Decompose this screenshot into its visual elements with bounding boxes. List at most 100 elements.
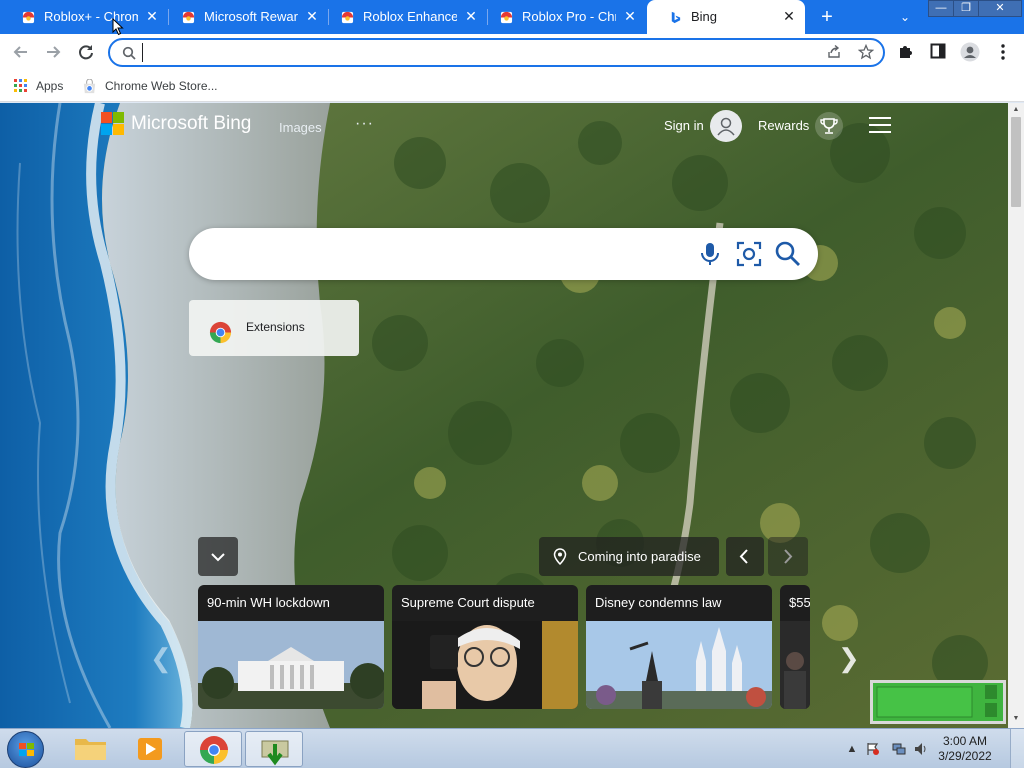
taskbar-clock[interactable]: 3:00 AM 3/29/2022 bbox=[935, 734, 995, 764]
visual-search-camera-icon[interactable] bbox=[735, 240, 763, 268]
volume-speaker-icon[interactable] bbox=[914, 742, 928, 756]
sign-in-link[interactable]: Sign in bbox=[664, 118, 704, 133]
share-arrow-icon bbox=[828, 44, 840, 58]
news-headline: Disney condemns law bbox=[595, 595, 722, 610]
reload-icon bbox=[79, 45, 93, 60]
green-map-thumbnail bbox=[873, 683, 1003, 721]
tab-title: Roblox Pro - Chrome bbox=[522, 9, 616, 24]
tab-title: Microsoft Rewards bbox=[204, 9, 298, 24]
media-player-icon bbox=[138, 738, 162, 760]
scroll-up-arrow-icon[interactable]: ▲ bbox=[1011, 105, 1021, 115]
star-icon bbox=[857, 43, 875, 60]
chrome-logo-icon bbox=[200, 736, 228, 764]
microsoft-logo-icon bbox=[101, 112, 124, 135]
taskbar-media-player[interactable] bbox=[122, 731, 180, 767]
news-card[interactable]: Disney condemns law bbox=[586, 585, 772, 709]
restore-button[interactable]: ❐ bbox=[953, 0, 979, 17]
folder-icon bbox=[75, 739, 106, 760]
scroll-down-arrow-icon[interactable]: ▼ bbox=[1011, 714, 1021, 724]
share-icon[interactable] bbox=[825, 44, 843, 62]
reload-button[interactable] bbox=[75, 41, 97, 63]
white-house-thumbnail bbox=[198, 621, 384, 709]
side-panel-icon[interactable] bbox=[928, 42, 948, 62]
image-location-caption[interactable]: Coming into paradise bbox=[539, 537, 719, 576]
next-image-button[interactable] bbox=[768, 537, 808, 576]
start-button[interactable] bbox=[7, 731, 44, 768]
news-card[interactable]: Supreme Court dispute bbox=[392, 585, 578, 709]
carousel-right-chevron-icon[interactable]: ❯ bbox=[838, 643, 860, 674]
search-icon bbox=[122, 46, 136, 60]
back-button[interactable] bbox=[10, 41, 32, 63]
action-center-flag-icon[interactable] bbox=[866, 742, 880, 756]
tab-strip: Roblox+ - Chrome ✕ Microsoft Rewards ✕ R… bbox=[0, 0, 1024, 34]
bookmark-chrome-web-store[interactable]: Chrome Web Store... bbox=[82, 77, 218, 95]
suggestion-label: Extensions bbox=[246, 320, 305, 334]
profile-avatar-icon[interactable] bbox=[960, 42, 980, 62]
bing-search-box[interactable] bbox=[189, 228, 818, 280]
news-headline: 90-min WH lockdown bbox=[207, 595, 330, 610]
user-avatar[interactable] bbox=[710, 110, 742, 142]
omnibox[interactable] bbox=[108, 38, 885, 67]
minimize-button[interactable]: — bbox=[928, 0, 954, 17]
bing-homepage: Microsoft Bing Images ··· Sign in Reward… bbox=[0, 103, 1008, 728]
download-arrow-icon bbox=[261, 740, 289, 766]
taskbar-download-app[interactable] bbox=[245, 731, 303, 767]
roblox-favicon-icon bbox=[500, 11, 513, 24]
tab-close-icon[interactable]: ✕ bbox=[463, 8, 479, 24]
news-headline: Supreme Court dispute bbox=[401, 595, 535, 610]
search-icon[interactable] bbox=[774, 240, 802, 268]
address-input[interactable] bbox=[142, 43, 802, 62]
rewards-link[interactable]: Rewards bbox=[758, 118, 809, 133]
taskbar-chrome[interactable] bbox=[184, 731, 242, 767]
browser-toolbar bbox=[0, 34, 1024, 70]
tab-close-icon[interactable]: ✕ bbox=[781, 8, 797, 24]
rewards-trophy[interactable] bbox=[815, 112, 843, 140]
bookmark-star-icon[interactable] bbox=[857, 43, 875, 62]
tab-search-chevron-icon[interactable]: ⌄ bbox=[896, 8, 914, 26]
show-hidden-icons-arrow[interactable]: ▲ bbox=[845, 742, 859, 756]
tab-roblox-enhancer[interactable]: Roblox Enhancer ✕ bbox=[319, 0, 488, 34]
page-scrollbar[interactable]: ▲ ▼ bbox=[1008, 103, 1024, 728]
chrome-menu-kebab-icon[interactable] bbox=[993, 42, 1013, 62]
forward-button[interactable] bbox=[42, 41, 64, 63]
bing-search-input[interactable] bbox=[213, 242, 693, 266]
arrow-left-icon bbox=[13, 46, 27, 58]
tab-roblox-pro[interactable]: Roblox Pro - Chrome ✕ bbox=[478, 0, 646, 34]
bing-favicon-icon bbox=[671, 11, 681, 24]
suggestion-extensions[interactable]: Extensions bbox=[189, 300, 359, 356]
hamburger-menu-icon[interactable] bbox=[869, 117, 891, 133]
bookmark-apps[interactable]: Apps bbox=[14, 77, 63, 95]
window-close-button[interactable]: ✕ bbox=[978, 0, 1022, 17]
bing-logo[interactable]: Microsoft Bing bbox=[101, 112, 251, 135]
microphone-icon[interactable] bbox=[696, 240, 724, 268]
tab-microsoft-rewards[interactable]: Microsoft Rewards ✕ bbox=[160, 0, 329, 34]
tab-close-icon[interactable]: ✕ bbox=[304, 8, 320, 24]
chevron-right-icon bbox=[784, 549, 793, 564]
windows-logo-icon bbox=[19, 743, 34, 756]
location-caption-text: Coming into paradise bbox=[578, 549, 701, 564]
apps-grid-icon bbox=[14, 79, 27, 92]
show-desktop-button[interactable] bbox=[1010, 729, 1024, 768]
tab-close-icon[interactable]: ✕ bbox=[622, 8, 638, 24]
new-tab-button[interactable]: + bbox=[816, 6, 838, 28]
collapse-feed-button[interactable] bbox=[198, 537, 238, 576]
nav-more-ellipsis[interactable]: ··· bbox=[355, 115, 374, 133]
scroll-thumb[interactable] bbox=[1011, 117, 1021, 207]
tab-bing[interactable]: Bing ✕ bbox=[647, 0, 805, 34]
news-card[interactable]: 90-min WH lockdown bbox=[198, 585, 384, 709]
chrome-web-store-icon bbox=[83, 78, 96, 93]
extensions-puzzle-icon[interactable] bbox=[896, 42, 916, 62]
network-icon[interactable] bbox=[892, 742, 906, 756]
news-card[interactable]: $55 bbox=[780, 585, 810, 709]
taskbar-file-explorer[interactable] bbox=[62, 731, 120, 767]
tab-roblox-plus[interactable]: Roblox+ - Chrome ✕ bbox=[0, 0, 169, 34]
clock-date: 3/29/2022 bbox=[938, 749, 992, 763]
nav-images-link[interactable]: Images bbox=[279, 120, 322, 135]
crowd-thumbnail bbox=[780, 621, 810, 709]
roblox-favicon-icon bbox=[182, 11, 195, 24]
tab-close-icon[interactable]: ✕ bbox=[144, 8, 160, 24]
carousel-left-chevron-icon[interactable]: ❮ bbox=[150, 643, 172, 674]
windows-taskbar: ▲ 3:00 AM 3/29/2022 bbox=[0, 728, 1024, 768]
previous-image-button[interactable] bbox=[726, 537, 764, 576]
notification-widget[interactable] bbox=[870, 680, 1006, 724]
